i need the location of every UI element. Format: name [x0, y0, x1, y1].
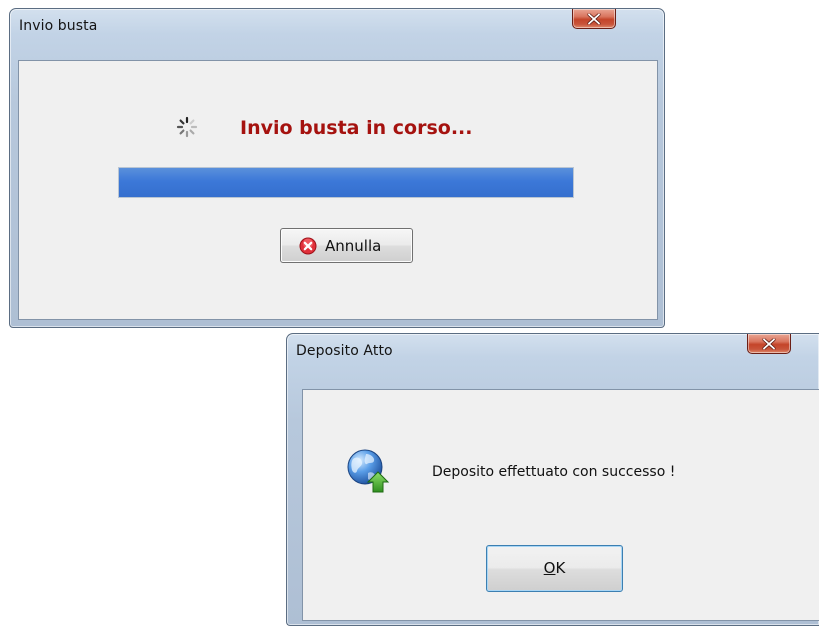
close-icon [587, 13, 601, 24]
close-icon [762, 338, 776, 349]
deposit-dialog-window: Deposito Atto Deposito effettuato con su… [286, 333, 819, 626]
ok-button-mnemonic: O [543, 559, 556, 577]
status-text: Invio busta in corso... [240, 117, 473, 139]
send-dialog-close-button[interactable] [572, 9, 616, 29]
progress-bar-fill [119, 168, 573, 197]
deposit-dialog-close-button[interactable] [747, 334, 791, 354]
ok-button-label-rest: K [555, 559, 566, 577]
send-dialog-content: Invio busta in corso... Annulla [18, 60, 658, 320]
globe-upload-icon [347, 449, 390, 493]
progress-bar [118, 167, 574, 198]
ok-button[interactable]: OK [486, 545, 623, 592]
deposit-dialog-title: Deposito Atto [296, 343, 393, 359]
deposit-dialog-content: Deposito effettuato con successo ! OK [302, 389, 819, 621]
cancel-button[interactable]: Annulla [280, 228, 413, 263]
send-dialog-window: Invio busta Invio busta in corso... Annu… [9, 8, 665, 328]
cancel-icon [299, 237, 317, 255]
deposit-message: Deposito effettuato con successo ! [432, 464, 676, 480]
send-dialog-titlebar[interactable]: Invio busta [10, 9, 664, 39]
deposit-dialog-titlebar[interactable]: Deposito Atto [287, 334, 819, 364]
spinner-icon [176, 116, 198, 138]
cancel-button-label: Annulla [325, 237, 382, 255]
send-dialog-title: Invio busta [19, 18, 98, 34]
ok-button-label: OK [487, 559, 622, 577]
